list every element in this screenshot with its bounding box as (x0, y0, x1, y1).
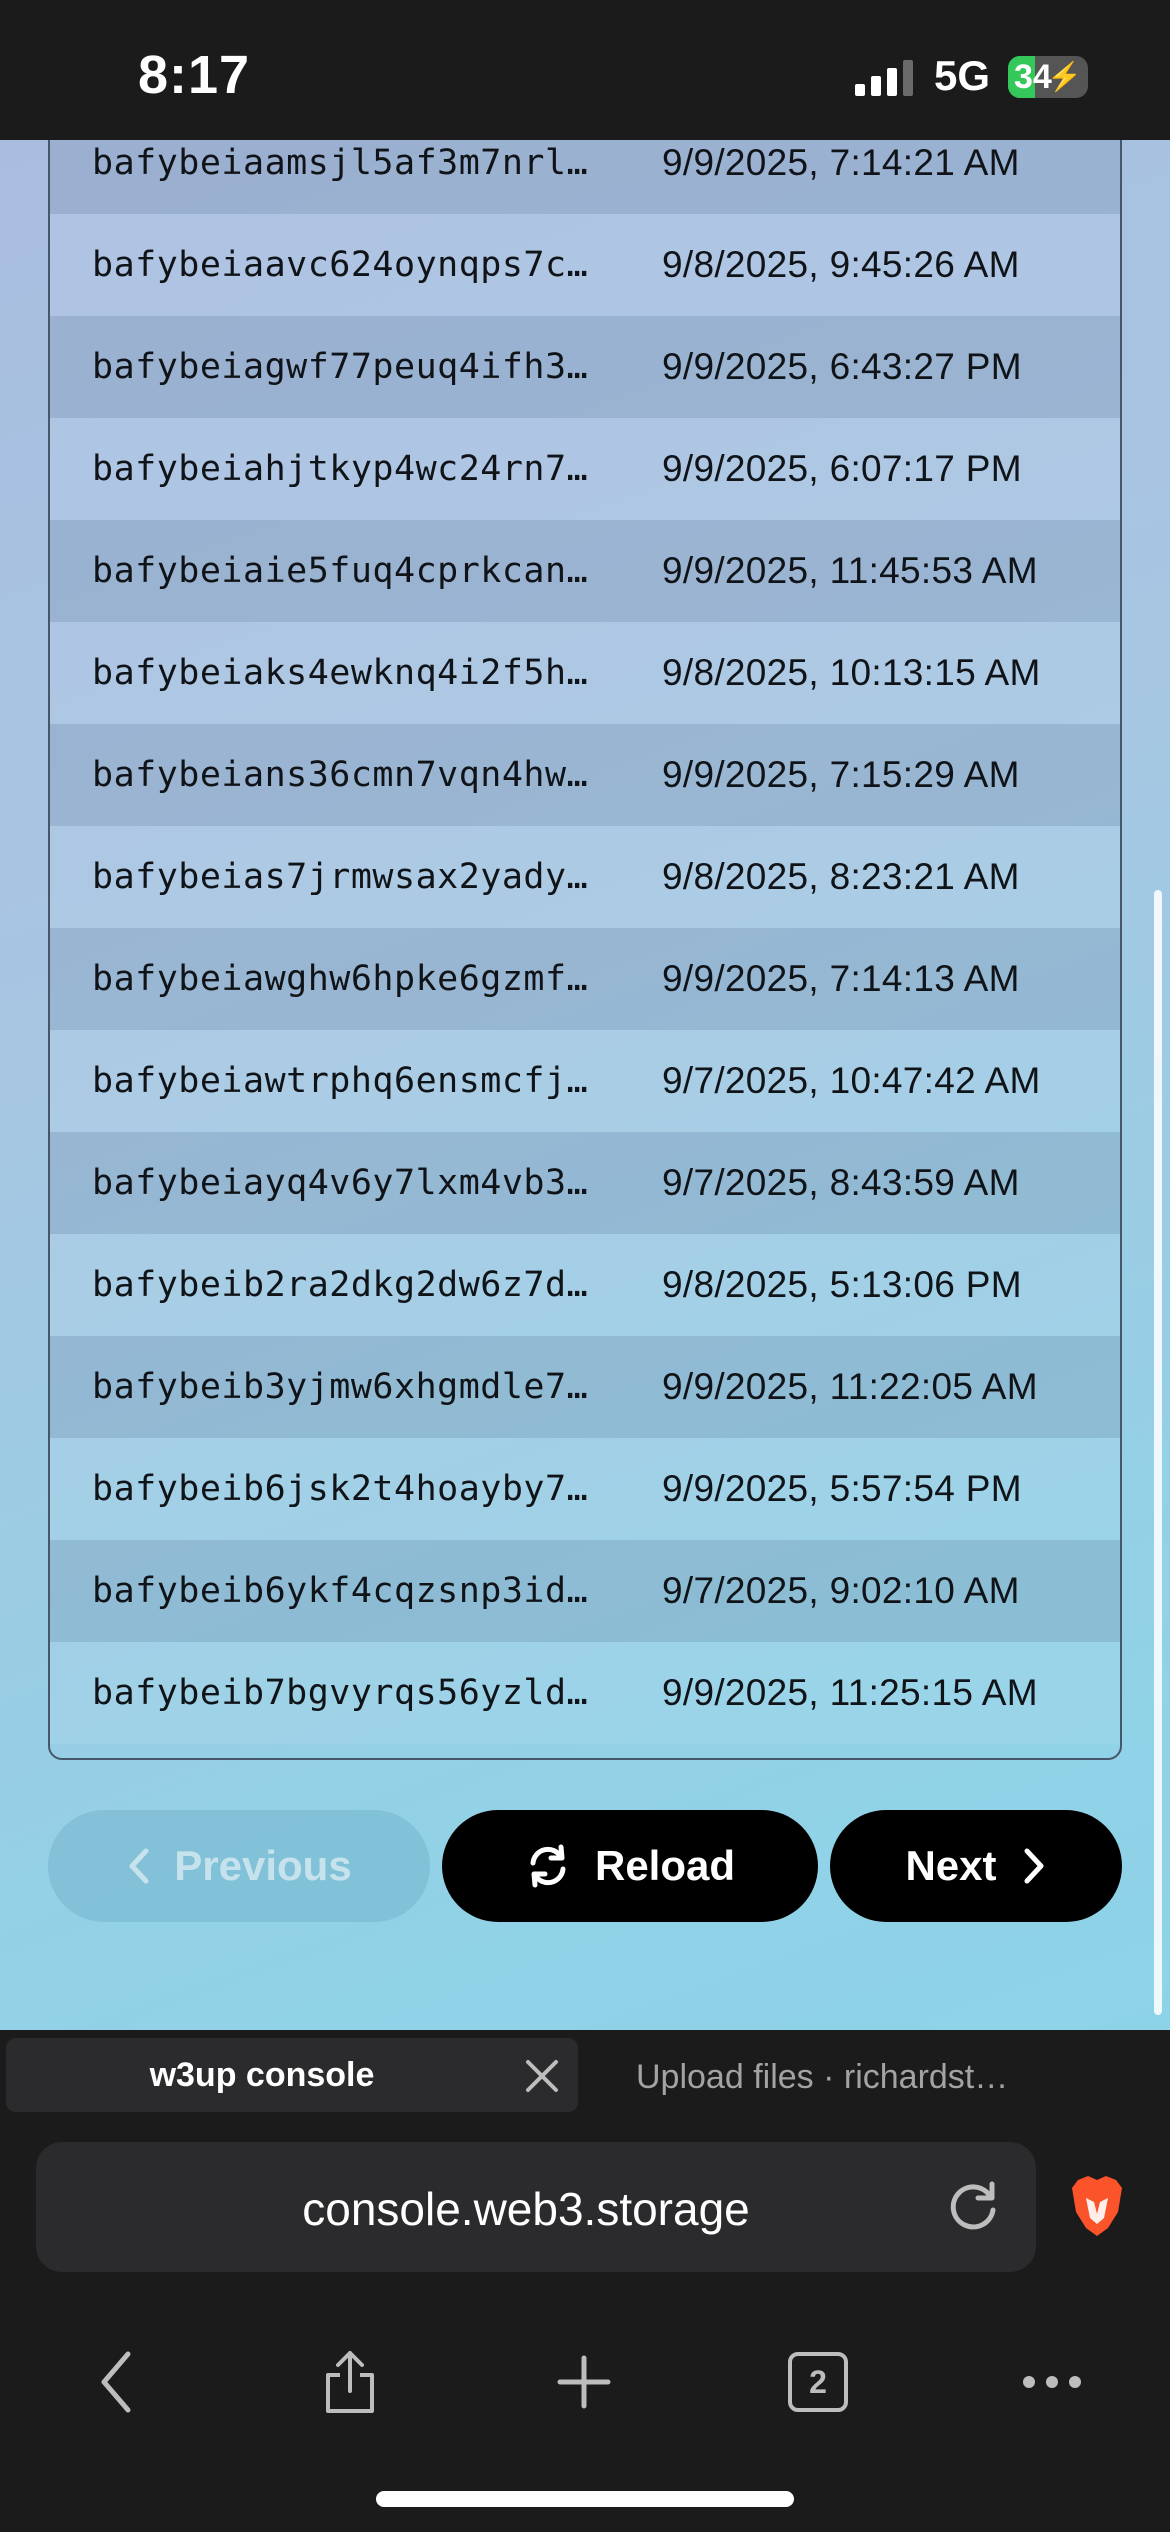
plus-icon[interactable] (544, 2342, 624, 2422)
date-cell: 9/9/2025, 6:07:17 PM (662, 448, 1022, 489)
date-cell: 9/7/2025, 10:47:42 AM (662, 1060, 1041, 1101)
table-row[interactable]: bafybeiaie5fuq4cprkcan… 9/9/2025, 11:45:5… (50, 520, 1120, 622)
brave-lion-icon[interactable] (1068, 2174, 1126, 2238)
browser-chrome: console.web3.storage 2 (0, 2120, 1170, 2532)
cid-cell[interactable]: bafybeib6jsk2t4hoayby7… (50, 1469, 662, 1509)
cid-cell[interactable]: bafybeib2ra2dkg2dw6z7d… (50, 1265, 662, 1305)
date-cell: 9/8/2025, 5:13:06 PM (662, 1264, 1022, 1305)
cid-cell[interactable]: bafybeiawtrphq6ensmcfj… (50, 1061, 662, 1101)
date-cell: 9/8/2025, 10:13:15 AM (662, 652, 1041, 693)
chevron-right-icon (1024, 1848, 1044, 1884)
cid-cell[interactable]: bafybeiawghw6hpke6gzmf… (50, 959, 662, 999)
chevron-left-icon (129, 1848, 149, 1884)
cid-cell[interactable]: bafybeias7jrmwsax2yady… (50, 857, 662, 897)
table-row[interactable]: bafybeiaks4ewknq4i2f5h… 9/8/2025, 10:13:1… (50, 622, 1120, 724)
table-row[interactable]: bafybeib3yjmw6xhgmdle7… 9/9/2025, 11:22:0… (50, 1336, 1120, 1438)
tab-inactive[interactable]: Upload files · richardst… (636, 2058, 1008, 2097)
cid-cell[interactable]: bafybeib3yjmw6xhgmdle7… (50, 1367, 662, 1407)
network-type: 5G (934, 52, 991, 99)
table-row[interactable]: bafybeiaamsjl5af3m7nrl… 9/9/2025, 7:14:21… (50, 140, 1120, 214)
table-row[interactable]: bafybeiahjtkyp4wc24rn7… 9/9/2025, 6:07:17… (50, 418, 1120, 520)
table-row[interactable]: bafybeiayq4v6y7lxm4vb3… 9/7/2025, 8:43:59… (50, 1132, 1120, 1234)
date-cell: 9/9/2025, 11:22:05 AM (662, 1366, 1038, 1407)
share-icon[interactable] (310, 2342, 390, 2422)
date-cell: 9/9/2025, 11:45:53 AM (662, 550, 1038, 591)
next-button[interactable]: Next (830, 1810, 1122, 1922)
date-cell: 9/7/2025, 8:43:59 AM (662, 1162, 1020, 1203)
date-cell: 9/9/2025, 7:14:13 AM (662, 958, 1020, 999)
cid-cell[interactable]: bafybeiahjtkyp4wc24rn7… (50, 449, 662, 489)
date-cell: 9/9/2025, 7:14:21 AM (662, 142, 1020, 183)
cid-cell[interactable]: bafybeiaie5fuq4cprkcan… (50, 551, 662, 591)
date-cell: 9/8/2025, 9:45:26 AM (662, 244, 1020, 285)
bottom-toolbar: 2 (0, 2320, 1170, 2440)
table-row[interactable]: bafybeib7bgvyrqs56yzld… 9/9/2025, 11:25:1… (50, 1642, 1120, 1744)
table-row[interactable]: bafybeians36cmn7vqn4hw… 9/9/2025, 7:15:29… (50, 724, 1120, 826)
battery-icon: 34 ⚡ (1008, 56, 1088, 98)
url-text[interactable]: console.web3.storage (36, 2182, 1036, 2236)
table-row[interactable]: bafybeiawghw6hpke6gzmf… 9/9/2025, 7:14:13… (50, 928, 1120, 1030)
tab-active[interactable]: w3up console (6, 2038, 578, 2112)
refresh-icon[interactable] (940, 2174, 1006, 2240)
reload-label: Reload (594, 1842, 736, 1889)
previous-button[interactable]: Previous (48, 1810, 430, 1922)
table-row[interactable]: bafybeib6ykf4cqzsnp3id… 9/7/2025, 9:02:10… (50, 1540, 1120, 1642)
date-cell: 9/7/2025, 9:02:10 AM (662, 1570, 1020, 1611)
cid-cell[interactable]: bafybeib6ykf4cqzsnp3id… (50, 1571, 662, 1611)
cid-cell[interactable]: bafybeians36cmn7vqn4hw… (50, 755, 662, 795)
signal-icon (855, 60, 915, 96)
reload-button[interactable]: Reload (442, 1810, 818, 1922)
date-cell: 9/9/2025, 5:57:54 PM (662, 1468, 1022, 1509)
home-indicator[interactable] (376, 2491, 794, 2507)
table-row[interactable]: bafybeib2ra2dkg2dw6z7d… 9/8/2025, 5:13:06… (50, 1234, 1120, 1336)
tab-count: 2 (809, 2363, 827, 2400)
previous-label: Previous (174, 1842, 352, 1889)
status-time: 8:17 (138, 45, 251, 105)
next-label: Next (905, 1842, 997, 1889)
date-cell: 9/9/2025, 6:43:27 PM (662, 346, 1022, 387)
cid-cell[interactable]: bafybeiagwf77peuq4ifh3… (50, 347, 662, 387)
cid-cell[interactable]: bafybeiaavc624oynqps7c… (50, 245, 662, 285)
reload-icon (530, 1844, 566, 1888)
table-row[interactable]: bafybeib6jsk2t4hoayby7… 9/9/2025, 5:57:54… (50, 1438, 1120, 1540)
close-icon[interactable] (520, 2054, 564, 2098)
table-row[interactable]: bafybeias7jrmwsax2yady… 9/8/2025, 8:23:21… (50, 826, 1120, 928)
tabs-icon[interactable]: 2 (778, 2342, 858, 2422)
table-row[interactable]: bafybeiaavc624oynqps7c… 9/8/2025, 9:45:26… (50, 214, 1120, 316)
date-cell: 9/9/2025, 7:15:29 AM (662, 754, 1020, 795)
cid-cell[interactable]: bafybeib7bgvyrqs56yzld… (50, 1673, 662, 1713)
cid-cell[interactable]: bafybeiaamsjl5af3m7nrl… (50, 143, 662, 183)
address-bar[interactable]: console.web3.storage (36, 2142, 1036, 2272)
cid-cell[interactable]: bafybeiayq4v6y7lxm4vb3… (50, 1163, 662, 1203)
date-cell: 9/8/2025, 8:23:21 AM (662, 856, 1020, 897)
back-icon[interactable] (76, 2342, 156, 2422)
status-bar: 8:17 5G 34 ⚡ (0, 0, 1170, 140)
date-cell: 9/9/2025, 11:25:15 AM (662, 1672, 1038, 1713)
tab-title: w3up console (149, 2055, 375, 2094)
scrollbar[interactable] (1154, 890, 1162, 2015)
cid-cell[interactable]: bafybeiaks4ewknq4i2f5h… (50, 653, 662, 693)
uploads-table: bafybeiaamsjl5af3m7nrl… 9/9/2025, 7:14:21… (48, 140, 1122, 1760)
table-row[interactable]: bafybeiawtrphq6ensmcfj… 9/7/2025, 10:47:4… (50, 1030, 1120, 1132)
tab-strip: w3up console Upload files · richardst… (0, 2030, 1170, 2120)
web-content[interactable]: bafybeiaamsjl5af3m7nrl… 9/9/2025, 7:14:21… (0, 140, 1170, 2030)
more-icon[interactable] (1012, 2342, 1092, 2422)
table-row[interactable]: bafybeiagwf77peuq4ifh3… 9/9/2025, 6:43:27… (50, 316, 1120, 418)
